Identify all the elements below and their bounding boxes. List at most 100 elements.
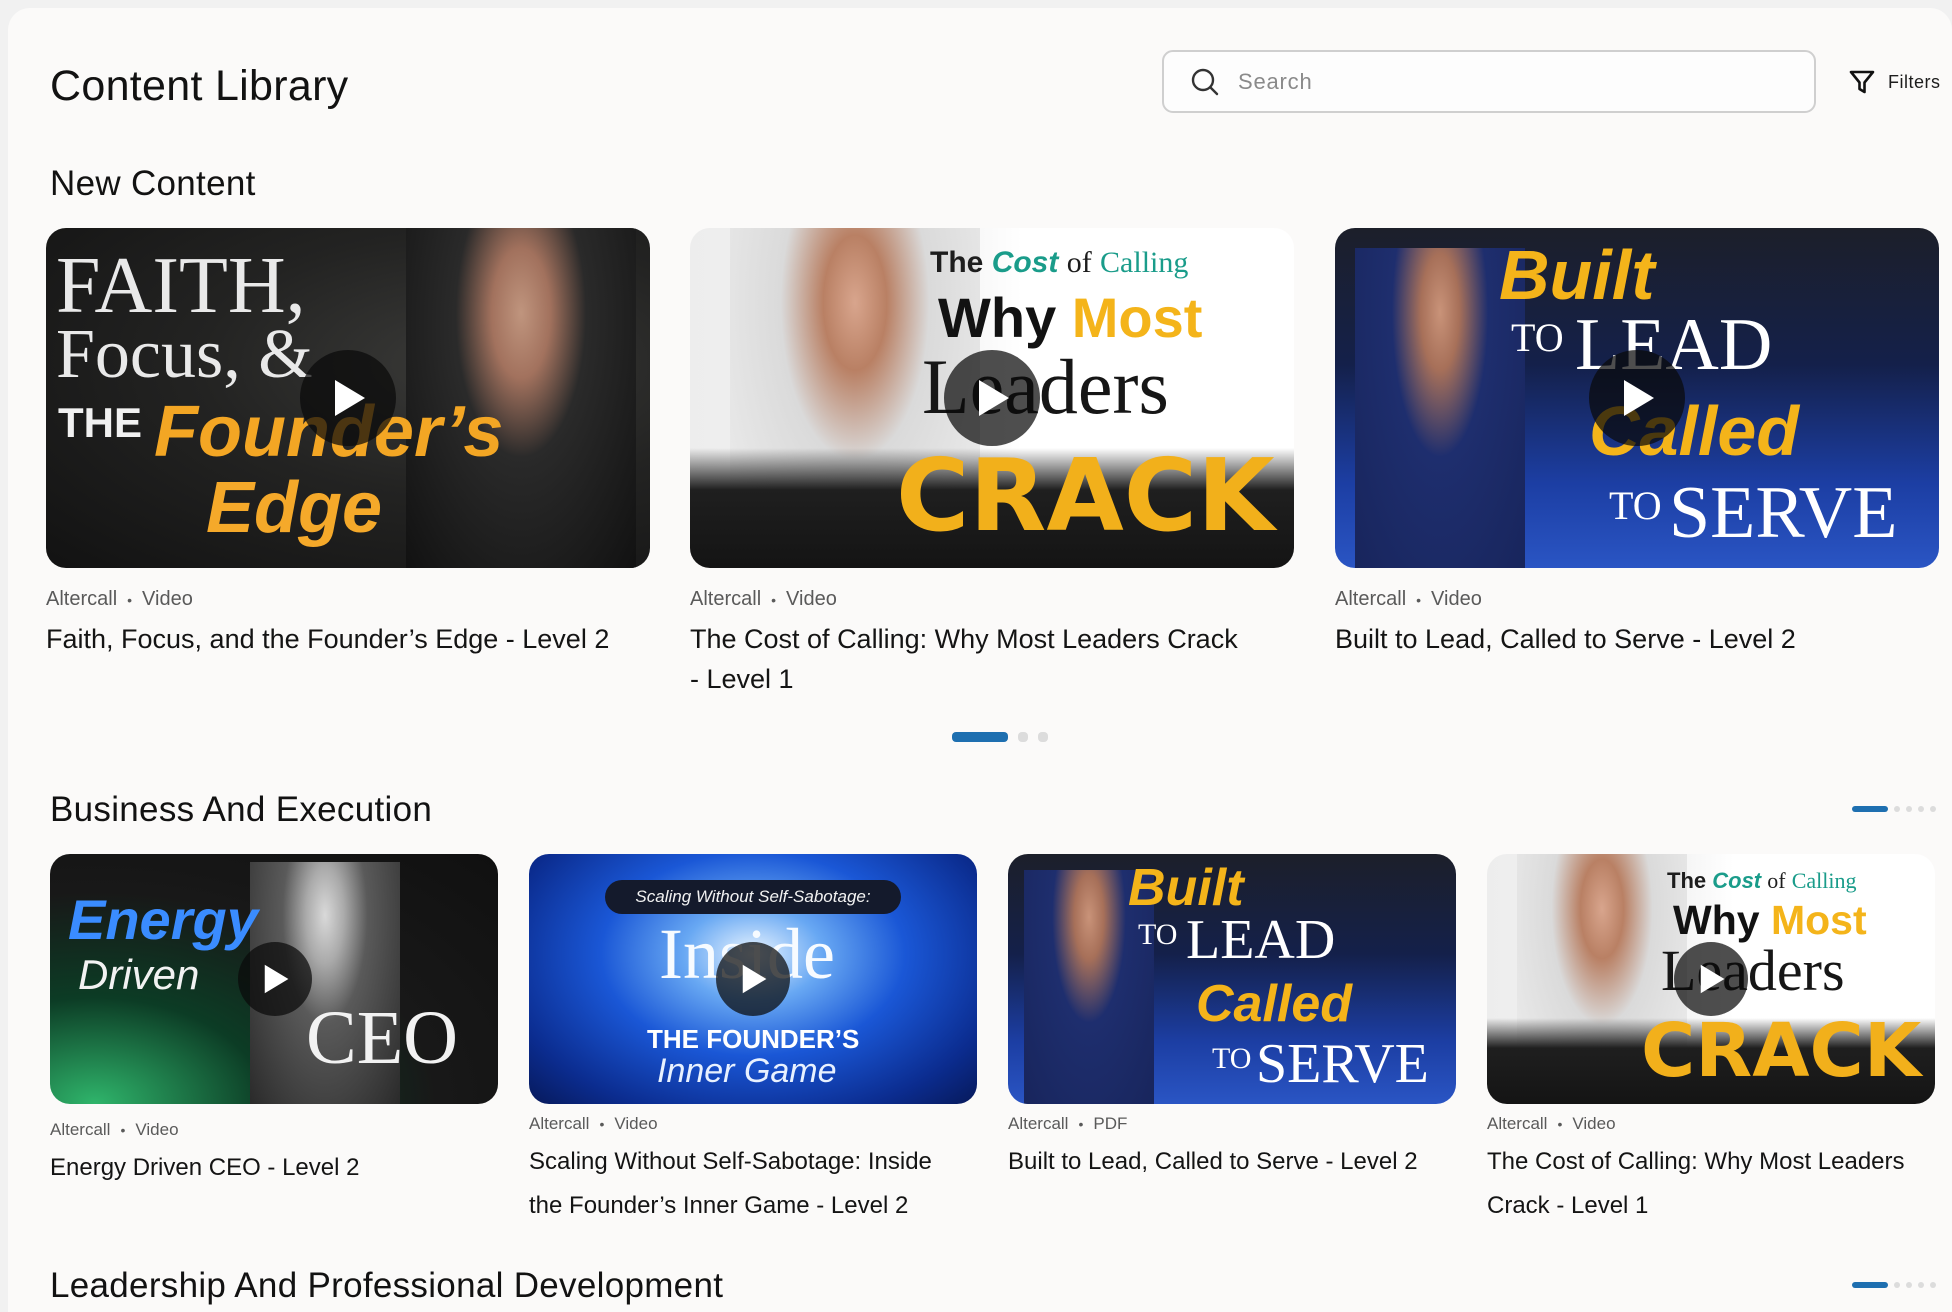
card-type: Video	[614, 1114, 658, 1133]
pagination-dot-active[interactable]	[1852, 806, 1888, 812]
thumb-word-cost: Cost	[991, 246, 1059, 279]
thumb-text-built: Built	[1499, 236, 1655, 314]
thumb-text-cost-line: The Cost of Calling	[1667, 870, 1857, 892]
search-box[interactable]	[1162, 50, 1816, 113]
meta-separator: •	[1416, 591, 1422, 608]
card-meta: Altercall • Video	[46, 588, 650, 611]
card-title-line: Faith, Focus, and the Founder’s Edge - L…	[46, 624, 610, 654]
video-thumbnail[interactable]: Built TO LEAD Called TO SERVE	[1335, 228, 1939, 568]
play-button[interactable]	[238, 942, 312, 1016]
pagination-dot[interactable]	[1930, 1282, 1936, 1288]
content-card-built-to-lead[interactable]: Built TO LEAD Called TO SERVE Altercall …	[1335, 228, 1939, 659]
meta-separator: •	[127, 591, 133, 608]
card-meta: Altercall • Video	[529, 1114, 977, 1134]
thumb-word-calling: Calling	[1100, 246, 1189, 279]
title-pill-text: Scaling Without Self-Sabotage:	[635, 887, 871, 906]
play-button[interactable]	[300, 350, 396, 446]
filters-label: Filters	[1888, 71, 1941, 92]
play-button[interactable]	[1674, 942, 1748, 1016]
thumb-text-serve: SERVE	[1256, 1033, 1429, 1095]
thumb-text-built: Built	[1128, 859, 1244, 917]
card-provider: Altercall	[529, 1114, 590, 1133]
card-type: PDF	[1093, 1114, 1128, 1133]
thumb-text-focus: Focus, &	[56, 316, 313, 393]
pagination-dot[interactable]	[1906, 806, 1912, 812]
thumb-text-why-most: Why Most	[938, 290, 1202, 346]
meta-separator: •	[599, 1116, 605, 1132]
card-title: Built to Lead, Called to Serve - Level 2	[1335, 619, 1939, 659]
video-thumbnail[interactable]: The Cost of Calling Why Most Leaders CRA…	[690, 228, 1294, 568]
card-provider: Altercall	[1335, 588, 1407, 610]
card-title-line: the Founder’s Inner Game - Level 2	[529, 1192, 909, 1219]
video-thumbnail[interactable]: The Cost of Calling Why Most Leaders CRA…	[1487, 854, 1935, 1104]
card-type: Video	[142, 588, 193, 610]
card-title: The Cost of Calling: Why Most Leaders Cr…	[690, 619, 1294, 699]
meta-separator: •	[120, 1122, 126, 1138]
card-type: Video	[1431, 588, 1482, 610]
search-input[interactable]	[1238, 68, 1798, 95]
pagination-dot-active[interactable]	[1852, 1282, 1888, 1288]
card-meta: Altercall • Video	[1487, 1114, 1935, 1134]
thumb-word-why: Why	[938, 286, 1057, 349]
filters-button[interactable]: Filters	[1848, 68, 1941, 96]
pagination-dot[interactable]	[1018, 732, 1028, 742]
pagination-dot[interactable]	[1894, 1282, 1900, 1288]
thumb-text-why-most: Why Most	[1673, 900, 1867, 941]
card-title-line: Energy Driven CEO - Level 2	[50, 1154, 360, 1181]
card-type: Video	[135, 1120, 179, 1139]
video-thumbnail[interactable]: FAITH, Focus, & THE Founder’s Edge	[46, 228, 650, 568]
pagination-dot[interactable]	[1918, 1282, 1924, 1288]
card-title: Energy Driven CEO - Level 2	[50, 1148, 498, 1188]
page-title: Content Library	[50, 62, 349, 110]
thumb-text-to: TO	[1511, 315, 1564, 360]
card-type: Video	[786, 588, 837, 610]
content-card-cost-of-calling-small[interactable]: The Cost of Calling Why Most Leaders CRA…	[1487, 854, 1935, 1228]
card-title-line: The Cost of Calling: Why Most Leaders	[1487, 1148, 1905, 1175]
pdf-thumbnail[interactable]: Built TO LEAD Called TO SERVE	[1008, 854, 1456, 1104]
thumb-text-serve: SERVE	[1669, 472, 1898, 554]
play-button[interactable]	[1589, 350, 1685, 446]
content-card-energy-driven-ceo[interactable]: Energy Driven CEO Altercall • Video Ener…	[50, 854, 498, 1188]
play-button[interactable]	[944, 350, 1040, 446]
thumb-text-crack: CRACK	[1641, 1008, 1922, 1094]
meta-separator: •	[1557, 1116, 1563, 1132]
play-button[interactable]	[716, 942, 790, 1016]
thumb-text-lead: LEAD	[1186, 909, 1336, 971]
video-thumbnail[interactable]: Energy Driven CEO	[50, 854, 498, 1104]
carousel-pagination-leadership	[1852, 1282, 1936, 1288]
play-icon	[1624, 380, 1654, 416]
thumb-word-most: Most	[1071, 286, 1203, 349]
thumb-text-edge: Edge	[206, 468, 383, 548]
thumb-text-the: THE	[58, 399, 142, 446]
content-card-cost-of-calling[interactable]: The Cost of Calling Why Most Leaders CRA…	[690, 228, 1294, 699]
card-title: The Cost of Calling: Why Most Leaders Cr…	[1487, 1140, 1935, 1228]
pagination-dot[interactable]	[1038, 732, 1048, 742]
thumb-word-the: The	[930, 246, 984, 279]
thumb-text-to-2: TO	[1609, 483, 1662, 528]
pagination-dot[interactable]	[1906, 1282, 1912, 1288]
card-meta: Altercall • PDF	[1008, 1114, 1456, 1134]
content-card-faith-focus[interactable]: FAITH, Focus, & THE Founder’s Edge Alter…	[46, 228, 650, 659]
card-meta: Altercall • Video	[50, 1120, 498, 1140]
carousel-pagination-new-content	[952, 732, 1048, 742]
card-title: Faith, Focus, and the Founder’s Edge - L…	[46, 619, 650, 659]
thumb-word-cost: Cost	[1712, 868, 1762, 893]
carousel-pagination-business	[1852, 806, 1936, 812]
video-thumbnail[interactable]: Scaling Without Self-Sabotage: Inside TH…	[529, 854, 977, 1104]
thumb-word-of: of	[1767, 868, 1786, 893]
thumb-text-to: TO	[1138, 918, 1178, 951]
pagination-dot-active[interactable]	[952, 732, 1008, 742]
search-icon	[1191, 68, 1219, 95]
thumb-text-ceo: CEO	[306, 996, 458, 1080]
card-title-line: Crack - Level 1	[1487, 1192, 1649, 1219]
pagination-dot[interactable]	[1930, 806, 1936, 812]
card-provider: Altercall	[1487, 1114, 1548, 1133]
pagination-dot[interactable]	[1918, 806, 1924, 812]
card-meta: Altercall • Video	[1335, 588, 1939, 611]
card-provider: Altercall	[50, 1120, 111, 1139]
thumb-text-cost-line: The Cost of Calling	[930, 248, 1188, 278]
content-card-scaling-without-self-sabotage[interactable]: Scaling Without Self-Sabotage: Inside TH…	[529, 854, 977, 1228]
pagination-dot[interactable]	[1894, 806, 1900, 812]
content-card-built-to-lead-pdf[interactable]: Built TO LEAD Called TO SERVE Altercall …	[1008, 854, 1456, 1184]
section-title-leadership: Leadership And Professional Development	[50, 1266, 724, 1305]
